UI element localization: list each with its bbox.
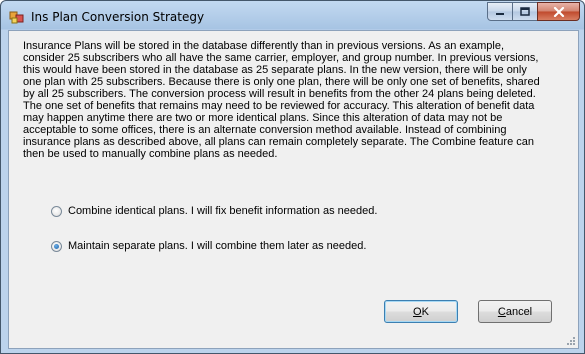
combine-plans-option[interactable]: Combine identical plans. I will fix bene… xyxy=(51,205,377,217)
description-line: acceptable to some offices, there is an … xyxy=(23,124,507,136)
description-line: may happen anytime there are two or more… xyxy=(23,112,503,124)
maximize-button[interactable] xyxy=(512,2,538,21)
description-line: The one set of benefits that remains may… xyxy=(23,100,535,112)
title-bar[interactable]: Ins Plan Conversion Strategy xyxy=(1,1,584,31)
separate-plans-label[interactable]: Maintain separate plans. I will combine … xyxy=(68,240,366,252)
description-line: then be used to manually combine plans a… xyxy=(23,148,278,160)
description-line: insurance plans as described above, all … xyxy=(23,136,534,148)
combine-plans-radio[interactable] xyxy=(51,205,62,217)
description-line: one plan with 25 subscribers. Because th… xyxy=(23,76,540,88)
description-line: this would have been stored in the datab… xyxy=(23,64,527,76)
separate-plans-option[interactable]: Maintain separate plans. I will combine … xyxy=(51,240,366,252)
cancel-button[interactable]: Cancel xyxy=(478,300,552,323)
separate-plans-radio[interactable] xyxy=(51,240,62,252)
cancel-mnemonic: C xyxy=(497,305,506,318)
description-line: Insurance Plans will be stored in the da… xyxy=(23,40,505,52)
combine-plans-label[interactable]: Combine identical plans. I will fix bene… xyxy=(68,205,377,217)
description-line: consider 25 subscribers who all have the… xyxy=(23,52,539,64)
dialog-window: Ins Plan Conversion Strategy Insurance P… xyxy=(0,0,585,354)
cancel-label-rest: ancel xyxy=(505,305,533,318)
ok-mnemonic: O xyxy=(413,305,422,318)
minimize-button[interactable] xyxy=(487,2,513,21)
description-text: Insurance Plans will be stored in the da… xyxy=(23,40,563,160)
radio-selected-dot xyxy=(54,243,59,249)
app-icon xyxy=(9,11,24,24)
minimize-icon xyxy=(496,12,504,15)
resize-grip-icon[interactable] xyxy=(566,336,576,346)
maximize-icon xyxy=(520,7,530,16)
window-title: Ins Plan Conversion Strategy xyxy=(31,10,205,24)
description-line: by all 25 subscribers. The conversion pr… xyxy=(23,88,536,100)
close-button[interactable] xyxy=(537,2,580,21)
dialog-body: Insurance Plans will be stored in the da… xyxy=(8,30,579,349)
close-icon xyxy=(553,6,564,17)
ok-button[interactable]: OK xyxy=(384,300,458,323)
ok-label-rest: K xyxy=(421,305,429,318)
